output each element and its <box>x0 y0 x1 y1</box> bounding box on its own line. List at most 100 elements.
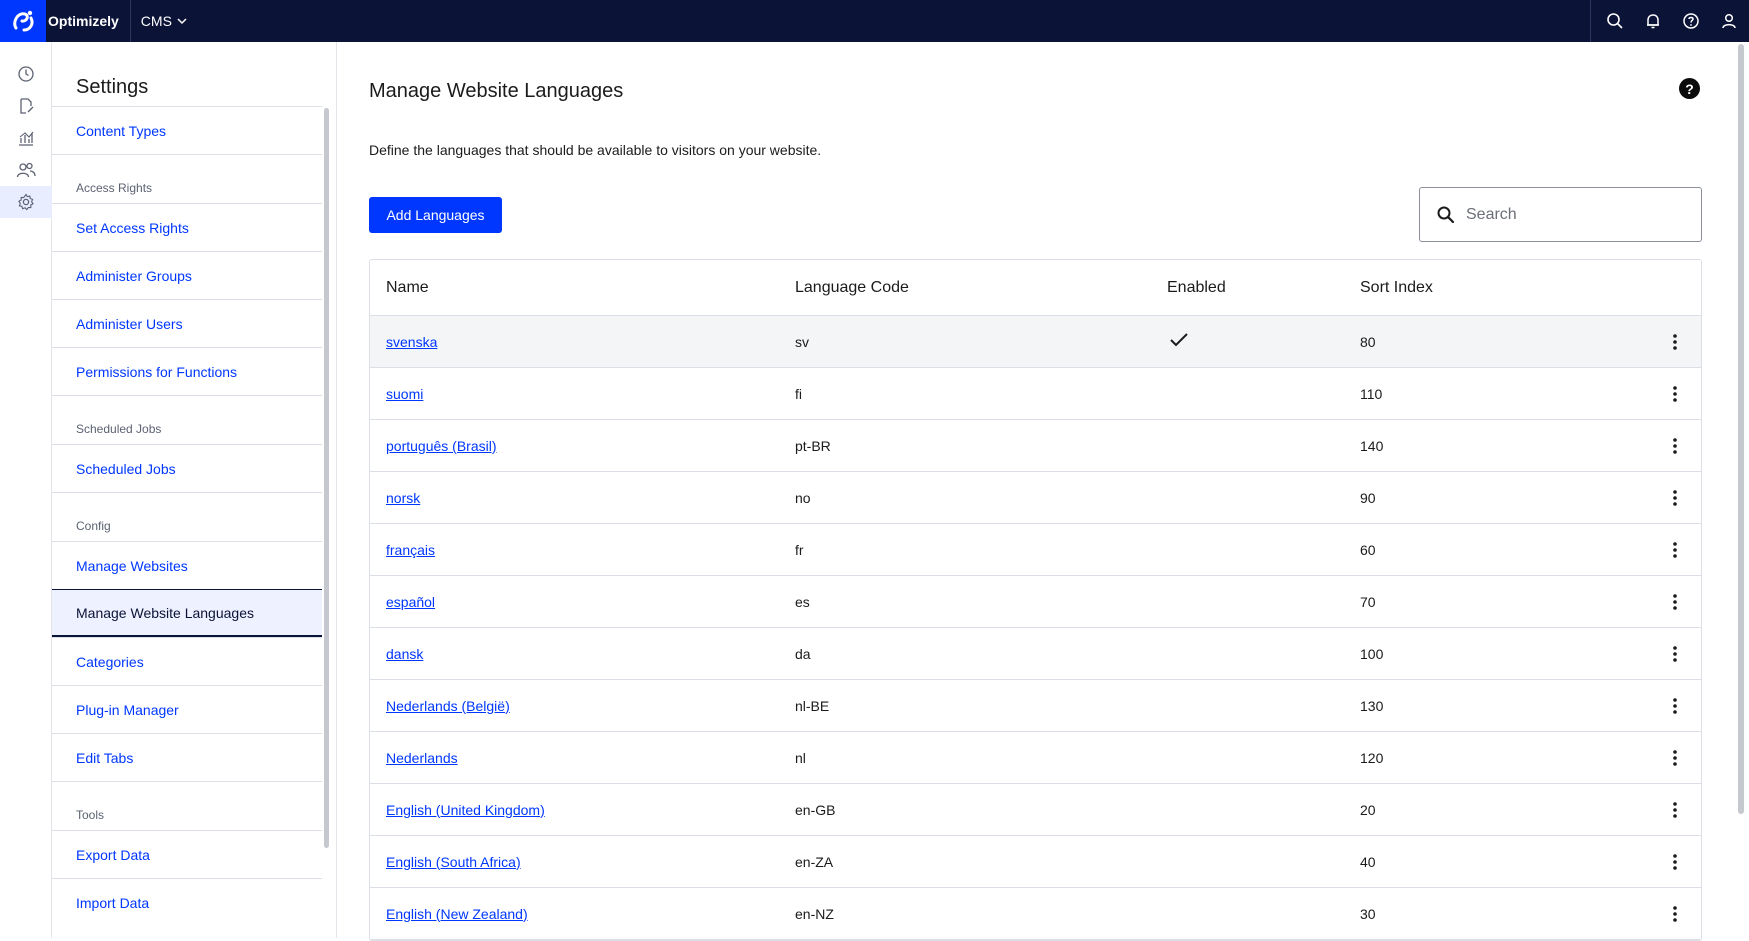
gear-icon[interactable] <box>0 186 52 218</box>
column-header-enabled[interactable]: Enabled <box>1167 279 1360 297</box>
settings-nav-item[interactable]: Manage Websites <box>52 541 322 589</box>
nav-group-label: Scheduled Jobs <box>52 395 322 444</box>
search-icon[interactable] <box>1605 11 1625 31</box>
add-languages-button[interactable]: Add Languages <box>369 197 502 233</box>
table-row[interactable]: português (Brasil) pt-BR 140 <box>370 420 1701 472</box>
language-code: sv <box>795 333 809 350</box>
language-name-link[interactable]: norsk <box>386 490 420 506</box>
more-options-icon[interactable] <box>1650 697 1700 715</box>
sort-index: 30 <box>1360 905 1376 922</box>
nav-group-label: Config <box>52 492 322 541</box>
more-options-icon[interactable] <box>1650 489 1700 507</box>
settings-navigation: Settings Content Types Access Rights Set A… <box>52 42 337 938</box>
column-header-language-code[interactable]: Language Code <box>795 279 1167 297</box>
user-icon[interactable] <box>1719 11 1739 31</box>
settings-nav-item[interactable]: Scheduled Jobs <box>52 444 322 492</box>
table-row[interactable]: Nederlands (België) nl-BE 130 <box>370 680 1701 732</box>
brand-name: Optimizely <box>48 0 131 42</box>
settings-nav-item[interactable]: Administer Users <box>52 299 322 347</box>
users-icon[interactable] <box>0 154 52 186</box>
table-row[interactable]: Nederlands nl 120 <box>370 732 1701 784</box>
more-options-icon[interactable] <box>1650 801 1700 819</box>
settings-nav-scrollbar[interactable] <box>324 108 329 848</box>
checkmark-icon <box>1170 333 1188 347</box>
nav-group-label: Access Rights <box>52 154 322 203</box>
analytics-icon[interactable] <box>0 122 52 154</box>
column-header-name[interactable]: Name <box>370 279 795 297</box>
app-icon-rail <box>0 42 52 938</box>
more-options-icon[interactable] <box>1650 385 1700 403</box>
sort-index: 140 <box>1360 437 1384 454</box>
language-name-link[interactable]: English (United Kingdom) <box>386 802 545 818</box>
settings-nav-item[interactable]: Import Data <box>52 878 322 926</box>
more-options-icon[interactable] <box>1650 541 1700 559</box>
table-row[interactable]: español es 70 <box>370 576 1701 628</box>
table-row[interactable]: norsk no 90 <box>370 472 1701 524</box>
language-name-link[interactable]: Nederlands (België) <box>386 698 510 714</box>
page-title: Manage Website Languages <box>369 80 624 102</box>
table-row[interactable]: svenska sv 80 <box>370 316 1701 368</box>
language-code: en-GB <box>795 801 836 818</box>
settings-nav-item[interactable]: Manage Website Languages <box>52 589 322 637</box>
clock-icon[interactable] <box>0 58 52 90</box>
chevron-down-icon <box>177 18 187 25</box>
top-navigation-bar: Optimizely CMS <box>0 0 1749 42</box>
product-switcher[interactable]: CMS <box>141 13 188 29</box>
table-row[interactable]: français fr 60 <box>370 524 1701 576</box>
language-code: da <box>795 645 811 662</box>
help-circle-icon[interactable]: ? <box>1679 78 1700 99</box>
settings-title: Settings <box>76 76 149 98</box>
search-input[interactable] <box>1466 205 1686 224</box>
settings-nav-item[interactable]: Set Access Rights <box>52 203 322 251</box>
table-row[interactable]: suomi fi 110 <box>370 368 1701 420</box>
languages-table: Name Language Code Enabled Sort Index sv… <box>369 259 1702 941</box>
sort-index: 130 <box>1360 697 1384 714</box>
table-row[interactable]: English (New Zealand) en-NZ 30 <box>370 888 1701 940</box>
more-options-icon[interactable] <box>1650 437 1700 455</box>
language-code: fi <box>795 385 802 402</box>
language-name-link[interactable]: português (Brasil) <box>386 438 497 454</box>
more-options-icon[interactable] <box>1650 905 1700 923</box>
settings-nav-item[interactable]: Content Types <box>52 106 322 154</box>
settings-nav-item[interactable]: Categories <box>52 637 322 685</box>
language-name-link[interactable]: français <box>386 542 435 558</box>
language-name-link[interactable]: dansk <box>386 646 423 662</box>
sort-index: 100 <box>1360 645 1384 662</box>
more-options-icon[interactable] <box>1650 749 1700 767</box>
language-name-link[interactable]: español <box>386 594 435 610</box>
settings-nav-item[interactable]: Edit Tabs <box>52 733 322 781</box>
settings-nav-item[interactable]: Export Data <box>52 830 322 878</box>
settings-nav-item[interactable]: Administer Groups <box>52 251 322 299</box>
optimizely-logo-icon[interactable] <box>0 0 46 42</box>
sort-index: 40 <box>1360 853 1376 870</box>
sort-index: 60 <box>1360 541 1376 558</box>
more-options-icon[interactable] <box>1650 853 1700 871</box>
language-code: en-NZ <box>795 905 834 922</box>
main-scrollbar[interactable] <box>1738 44 1744 814</box>
language-name-link[interactable]: English (New Zealand) <box>386 906 528 922</box>
language-code: fr <box>795 541 804 558</box>
language-code: en-ZA <box>795 853 834 870</box>
language-name-link[interactable]: suomi <box>386 386 423 402</box>
settings-nav-item[interactable]: Plug-in Manager <box>52 685 322 733</box>
table-row[interactable]: English (United Kingdom) en-GB 20 <box>370 784 1701 836</box>
language-code: pt-BR <box>795 437 831 454</box>
language-code: es <box>795 593 810 610</box>
table-row[interactable]: English (South Africa) en-ZA 40 <box>370 836 1701 888</box>
file-edit-icon[interactable] <box>0 90 52 122</box>
column-header-sort-index[interactable]: Sort Index <box>1360 279 1650 297</box>
sort-index: 110 <box>1360 385 1383 402</box>
table-row[interactable]: dansk da 100 <box>370 628 1701 680</box>
search-field[interactable] <box>1419 187 1702 242</box>
language-name-link[interactable]: English (South Africa) <box>386 854 521 870</box>
settings-nav-list: Content Types Access Rights Set Access Rig… <box>52 106 322 926</box>
language-name-link[interactable]: svenska <box>386 334 437 350</box>
settings-nav-item[interactable]: Permissions for Functions <box>52 347 322 395</box>
more-options-icon[interactable] <box>1650 645 1700 663</box>
bell-icon[interactable] <box>1643 11 1663 31</box>
language-code: no <box>795 489 811 506</box>
language-name-link[interactable]: Nederlands <box>386 750 458 766</box>
more-options-icon[interactable] <box>1650 333 1700 351</box>
help-icon[interactable] <box>1681 11 1701 31</box>
more-options-icon[interactable] <box>1650 593 1700 611</box>
